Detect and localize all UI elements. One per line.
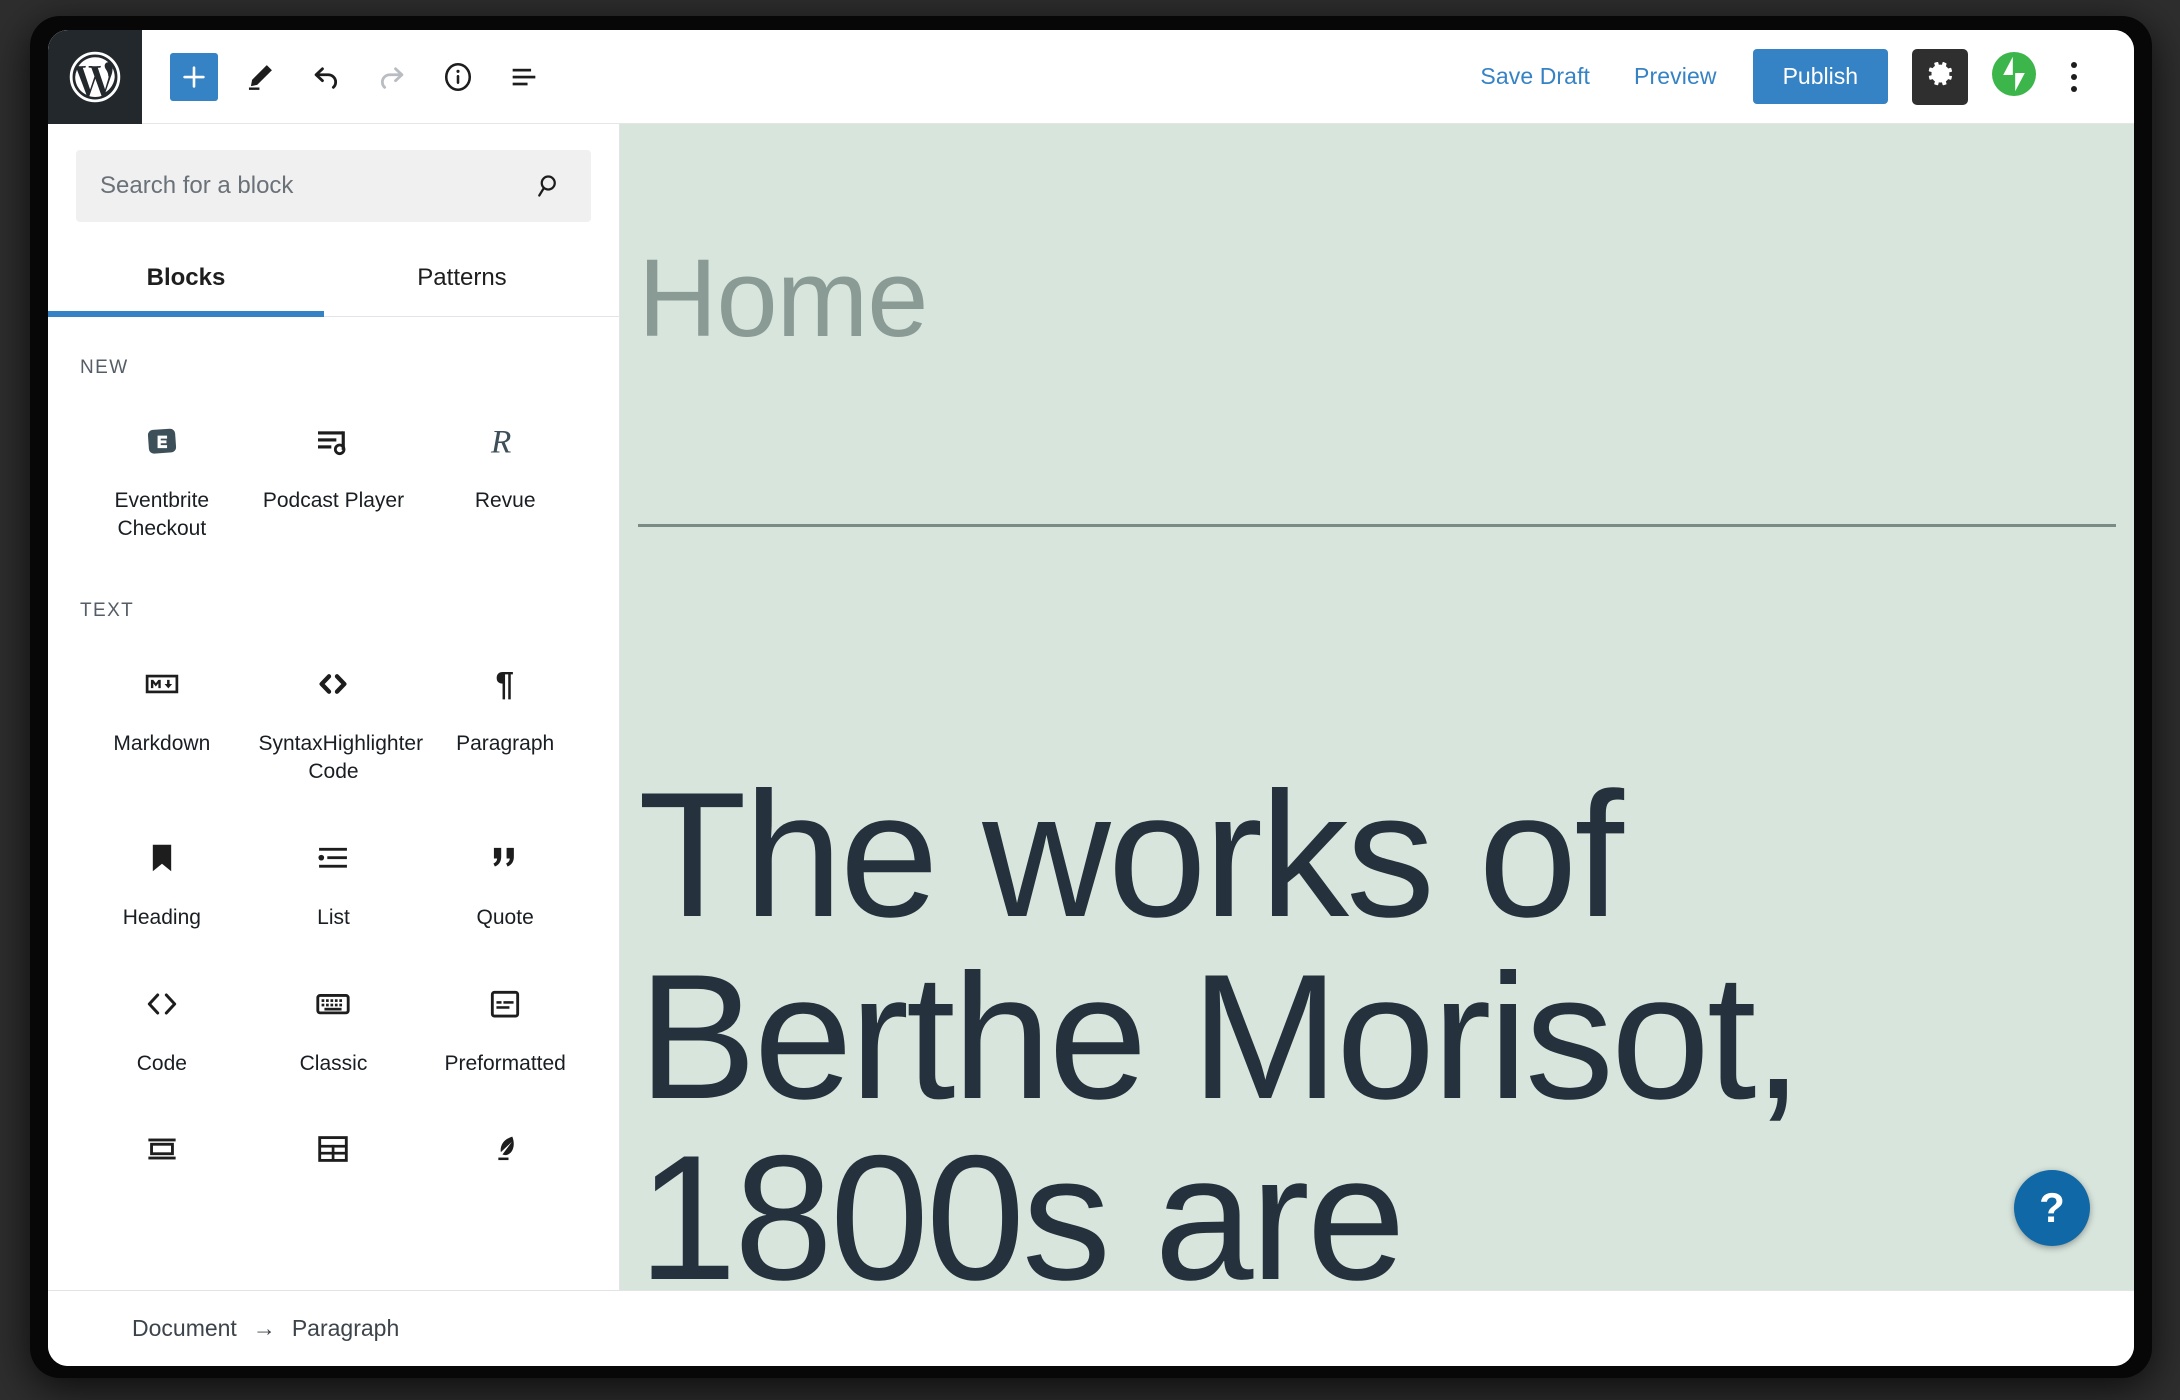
settings-button[interactable] [1912, 48, 1968, 105]
three-dots-vertical-icon [2071, 61, 2077, 68]
editor-canvas[interactable]: Home The works of Berthe Morisot, 1800s … [620, 124, 2134, 1290]
block-item-code[interactable]: Code [76, 950, 248, 1096]
search-box[interactable] [76, 150, 591, 222]
info-circle-icon [441, 60, 475, 94]
editor-status-bar: Document → Paragraph [48, 1290, 2134, 1366]
gear-icon [1924, 58, 1956, 95]
block-item-paragraph[interactable]: ¶ Paragraph [419, 630, 591, 803]
breadcrumb-separator-icon: → [252, 1315, 276, 1341]
undo-arrow-icon [309, 60, 343, 94]
table-icon [314, 1123, 352, 1175]
code-brackets-icon [313, 658, 353, 710]
block-item-revue[interactable]: R Revue [419, 387, 591, 560]
category-title-text: TEXT [80, 600, 135, 622]
block-label: Code [136, 1051, 187, 1075]
editor-window: Save Draft Preview Publish Search for a … [48, 30, 2134, 1366]
breadcrumb-document[interactable]: Document [132, 1315, 237, 1342]
block-list-scroll[interactable]: NEW Eventbrite Checkout Podcast Player R… [48, 317, 619, 1290]
desktop-background: Save Draft Preview Publish Search for a … [0, 0, 2180, 1400]
block-label: Heading [122, 905, 201, 929]
keyboard-icon [314, 978, 352, 1030]
block-item-table[interactable] [248, 1095, 420, 1213]
quote-icon [486, 832, 524, 884]
more-options-button[interactable] [2048, 49, 2100, 105]
breadcrumb-paragraph[interactable]: Paragraph [292, 1315, 399, 1342]
help-button[interactable]: ? [2014, 1170, 2090, 1246]
block-label: Eventbrite Checkout [114, 489, 210, 540]
block-item-podcast-player[interactable]: Podcast Player [248, 387, 420, 560]
bookmark-icon [143, 832, 181, 884]
block-label: List [317, 905, 350, 929]
block-item-quote[interactable]: Quote [419, 804, 591, 950]
search-container [48, 124, 619, 246]
post-body-paragraph[interactable]: The works of Berthe Morisot, 1800s are [638, 764, 2134, 1290]
plus-icon [179, 62, 209, 92]
block-item-syntaxhighlighter-code[interactable]: SyntaxHighlighter Code [248, 630, 424, 803]
edit-mode-button[interactable] [236, 53, 284, 101]
block-label: Quote [476, 905, 534, 929]
editor-toolbar: Save Draft Preview Publish [48, 30, 2134, 124]
category-title-new: NEW [80, 357, 129, 378]
block-label: Classic [299, 1051, 368, 1075]
inserter-tabs: Blocks Patterns [48, 246, 619, 317]
svg-text:¶: ¶ [496, 667, 515, 704]
list-icon [314, 832, 352, 884]
podcast-player-icon [313, 415, 353, 467]
block-item-eventbrite-checkout[interactable]: Eventbrite Checkout [76, 387, 248, 560]
block-item-markdown[interactable]: Markdown [76, 630, 248, 803]
block-item-verse[interactable] [419, 1095, 591, 1213]
preview-button[interactable]: Preview [1612, 53, 1739, 100]
block-item-list[interactable]: List [248, 804, 420, 950]
editor-body: Blocks Patterns NEW [48, 124, 2134, 1290]
title-divider [638, 524, 2116, 527]
redo-arrow-icon [375, 60, 409, 94]
block-label: Preformatted [444, 1051, 566, 1075]
block-label: Podcast Player [262, 489, 405, 512]
post-title[interactable]: Home [638, 244, 928, 354]
undo-button[interactable] [302, 53, 350, 101]
block-item-preformatted[interactable]: Preformatted [419, 950, 591, 1096]
pullquote-icon [143, 1123, 181, 1175]
dot-3 [2071, 85, 2077, 92]
search-input[interactable] [76, 172, 535, 200]
preformatted-icon [486, 978, 524, 1030]
block-item-classic[interactable]: Classic [248, 950, 420, 1096]
block-inserter-panel: Blocks Patterns NEW [48, 124, 620, 1290]
content-info-button[interactable] [434, 53, 482, 101]
svg-text:R: R [490, 423, 511, 460]
block-navigation-button[interactable] [500, 53, 548, 101]
markdown-icon [143, 658, 181, 710]
dot-2 [2071, 73, 2077, 80]
block-item-heading[interactable]: Heading [76, 804, 248, 950]
jetpack-icon [1990, 50, 2038, 103]
block-label: Paragraph [456, 732, 555, 756]
pilcrow-icon: ¶ [486, 658, 524, 710]
toolbar-left-group [142, 30, 548, 123]
revue-icon: R [484, 415, 526, 467]
eventbrite-icon [143, 415, 181, 467]
jetpack-button[interactable] [1986, 49, 2042, 105]
verse-feather-icon [486, 1123, 524, 1175]
breadcrumb: Document → Paragraph [132, 1315, 399, 1342]
block-label: SyntaxHighlighter Code [258, 732, 424, 784]
redo-button[interactable] [368, 53, 416, 101]
block-grid-text: Markdown SyntaxHighlighter Code ¶ Paragr… [76, 630, 591, 1213]
block-grid-new: Eventbrite Checkout Podcast Player R Rev… [76, 387, 591, 560]
block-item-pullquote[interactable] [76, 1095, 248, 1213]
angle-brackets-icon [142, 978, 182, 1030]
wordpress-logo-button[interactable] [48, 30, 142, 124]
block-label: Revue [474, 489, 536, 512]
wordpress-logo-icon [68, 50, 122, 104]
tab-patterns[interactable]: Patterns [324, 246, 600, 316]
pencil-icon [243, 60, 277, 94]
block-navigation-icon [507, 60, 541, 94]
publish-button[interactable]: Publish [1752, 49, 1888, 104]
toolbar-right-group: Save Draft Preview Publish [1458, 30, 2134, 123]
tab-blocks[interactable]: Blocks [48, 246, 324, 317]
block-label: Markdown [113, 732, 211, 756]
save-draft-button[interactable]: Save Draft [1458, 53, 1612, 100]
add-block-button[interactable] [170, 52, 218, 101]
search-icon[interactable] [535, 171, 591, 201]
